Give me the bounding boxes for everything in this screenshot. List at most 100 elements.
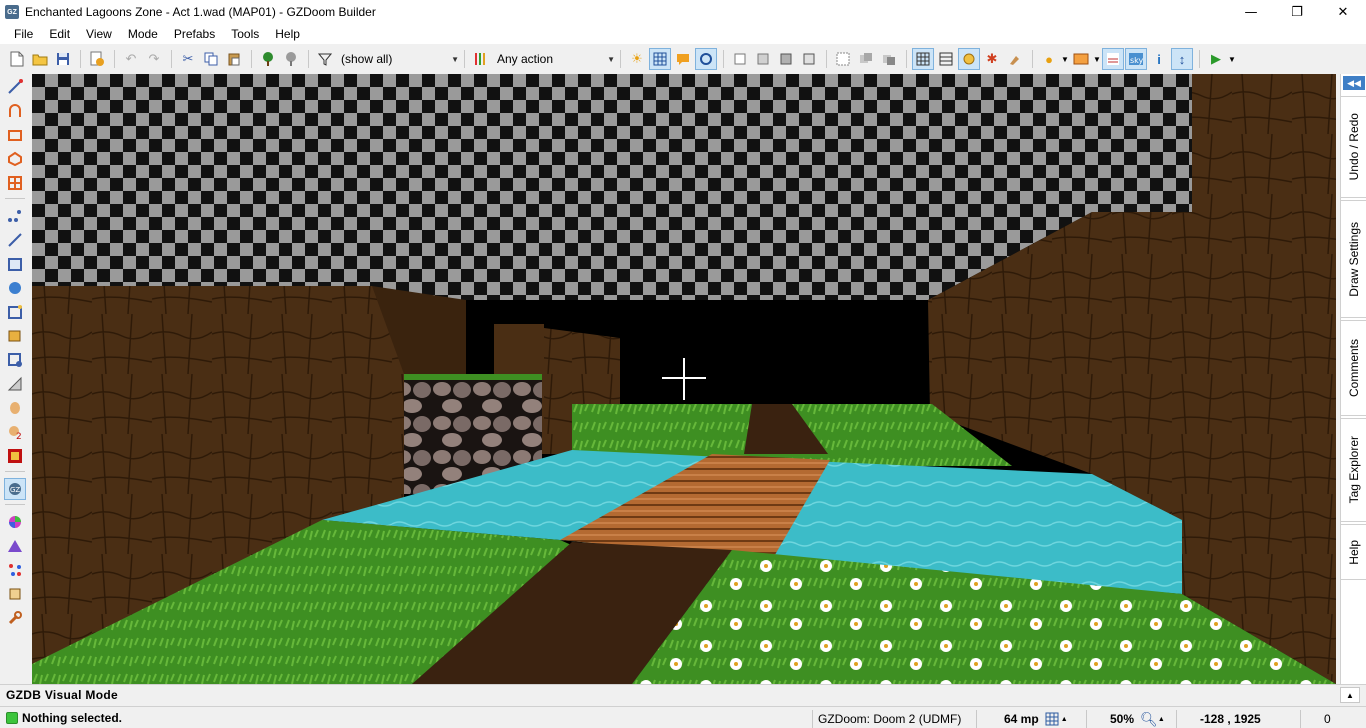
fog-icon[interactable] <box>1102 48 1124 70</box>
draw-lines-icon[interactable] <box>4 76 26 98</box>
chevron-down-icon: ▲ <box>1157 715 1165 723</box>
copy-props-icon[interactable] <box>832 48 854 70</box>
paste-props-options-icon[interactable] <box>878 48 900 70</box>
draw-curve-icon[interactable] <box>4 100 26 122</box>
cut-icon[interactable]: ✂ <box>177 48 199 70</box>
fix-textures-icon[interactable] <box>695 48 717 70</box>
tab-draw-settings[interactable]: Draw Settings <box>1341 200 1366 318</box>
pull-sector-icon[interactable] <box>4 583 26 605</box>
zoom-level[interactable]: 50% 🔍︎ ▲ <box>1110 711 1165 727</box>
view-floors-icon[interactable] <box>775 48 797 70</box>
grid-size[interactable]: 64 mp ▲ <box>1004 711 1068 727</box>
draw-sector-icon[interactable] <box>4 349 26 371</box>
lightbulb-icon[interactable]: ● <box>1038 48 1060 70</box>
map-options-icon[interactable] <box>86 48 108 70</box>
visual-mode-icon[interactable]: GZ <box>4 478 26 500</box>
svg-text:GZ: GZ <box>10 486 20 494</box>
sector-grid-icon[interactable] <box>912 48 934 70</box>
insert-previous-prefab-icon[interactable] <box>280 48 302 70</box>
chevron-down-icon[interactable]: ▼ <box>1093 48 1101 70</box>
chevron-up-icon[interactable]: ▲ <box>1340 687 1360 703</box>
toolbar-divider <box>80 50 81 68</box>
menu-mode[interactable]: Mode <box>120 27 166 41</box>
tab-comments-label: Comments <box>1347 338 1361 397</box>
menu-edit[interactable]: Edit <box>41 27 78 41</box>
grid-size-label: 64 mp <box>1004 712 1039 726</box>
brightness-icon[interactable]: ☀ <box>626 48 648 70</box>
menu-tools[interactable]: Tools <box>223 27 267 41</box>
game-configuration[interactable]: GZDoom: Doom 2 (UDMF) <box>818 711 961 727</box>
mode-toolstrip: 2 GZ <box>0 74 30 684</box>
gradient-icon[interactable] <box>4 373 26 395</box>
vertical-arrows-icon[interactable]: ↕ <box>1171 48 1193 70</box>
terrain-icon[interactable] <box>4 535 26 557</box>
copy-icon[interactable] <box>200 48 222 70</box>
close-button[interactable]: ✕ <box>1320 0 1366 24</box>
sound-environment-icon[interactable]: 2 <box>4 421 26 443</box>
grid-icon <box>1045 712 1059 726</box>
grid-icon[interactable] <box>649 48 671 70</box>
menu-prefabs[interactable]: Prefabs <box>166 27 223 41</box>
status-divider <box>1086 710 1087 728</box>
view-ceilings-icon[interactable] <box>798 48 820 70</box>
chevron-down-icon[interactable]: ▼ <box>1228 48 1236 70</box>
paste-props-icon[interactable] <box>855 48 877 70</box>
current-mode-label: GZDB Visual Mode <box>6 687 118 702</box>
undo-icon[interactable]: ↶ <box>120 48 142 70</box>
tab-tag-explorer[interactable]: Tag Explorer <box>1341 418 1366 522</box>
line-grid-icon[interactable] <box>935 48 957 70</box>
menu-view[interactable]: View <box>78 27 120 41</box>
draw-grid-icon[interactable] <box>4 172 26 194</box>
minimize-button[interactable]: — <box>1228 0 1274 24</box>
scatter-icon[interactable] <box>4 559 26 581</box>
visual-mode-viewport[interactable] <box>32 74 1336 684</box>
status-divider <box>1176 710 1177 728</box>
chevron-down-icon[interactable]: ▼ <box>1061 48 1069 70</box>
play-icon[interactable]: ▶ <box>1205 48 1227 70</box>
shapes-icon[interactable]: ✱ <box>981 48 1003 70</box>
draw-ellipse-icon[interactable] <box>4 148 26 170</box>
sectors-mode-icon[interactable] <box>4 253 26 275</box>
wrench-icon[interactable] <box>4 607 26 629</box>
paste-icon[interactable] <box>223 48 245 70</box>
zoom-level-label: 50% <box>1110 712 1135 726</box>
action-filter-select[interactable]: Any action ▼ <box>497 49 615 69</box>
menu-help[interactable]: Help <box>267 27 308 41</box>
paint-icon[interactable] <box>1004 48 1026 70</box>
view-normal-icon[interactable] <box>729 48 751 70</box>
view-brightness-icon[interactable] <box>752 48 774 70</box>
vertices-mode-icon[interactable] <box>4 205 26 227</box>
mode-bar: GZDB Visual Mode ▲ <box>0 684 1366 704</box>
3d-floor-icon[interactable] <box>4 445 26 467</box>
tab-comments[interactable]: Comments <box>1341 320 1366 416</box>
insert-prefab-icon[interactable] <box>257 48 279 70</box>
tab-undo-redo[interactable]: Undo / Redo <box>1341 96 1366 198</box>
maximize-button[interactable]: ❐ <box>1274 0 1320 24</box>
redo-icon[interactable]: ↷ <box>143 48 165 70</box>
new-map-icon[interactable] <box>6 48 28 70</box>
sky-icon[interactable]: sky <box>1125 48 1147 70</box>
status-bar: Nothing selected. GZDoom: Doom 2 (UDMF) … <box>0 706 1366 728</box>
linedefs-mode-icon[interactable] <box>4 229 26 251</box>
edit-selection-icon[interactable] <box>4 325 26 347</box>
docker-collapse-button[interactable]: ◀◀ <box>1343 76 1365 90</box>
color-picker-icon[interactable] <box>4 511 26 533</box>
tab-tag-explorer-label: Tag Explorer <box>1347 436 1361 504</box>
tab-help[interactable]: Help <box>1341 524 1366 580</box>
comments-icon[interactable] <box>672 48 694 70</box>
things-filter-select[interactable]: (show all) ▼ <box>341 49 459 69</box>
status-divider <box>812 710 813 728</box>
make-sectors-icon[interactable] <box>4 301 26 323</box>
save-map-icon[interactable] <box>52 48 74 70</box>
things-mode-icon[interactable] <box>4 277 26 299</box>
cursor-coordinates: -128 , 1925 <box>1200 711 1261 727</box>
status-indicator-icon <box>6 711 18 724</box>
dynamic-lights-icon[interactable] <box>1070 48 1092 70</box>
tag-icon[interactable] <box>958 48 980 70</box>
info-icon[interactable]: i <box>1148 48 1170 70</box>
status-divider <box>1300 710 1301 728</box>
sound-propagation-icon[interactable] <box>4 397 26 419</box>
open-map-icon[interactable] <box>29 48 51 70</box>
draw-rectangle-icon[interactable] <box>4 124 26 146</box>
menu-file[interactable]: File <box>6 27 41 41</box>
